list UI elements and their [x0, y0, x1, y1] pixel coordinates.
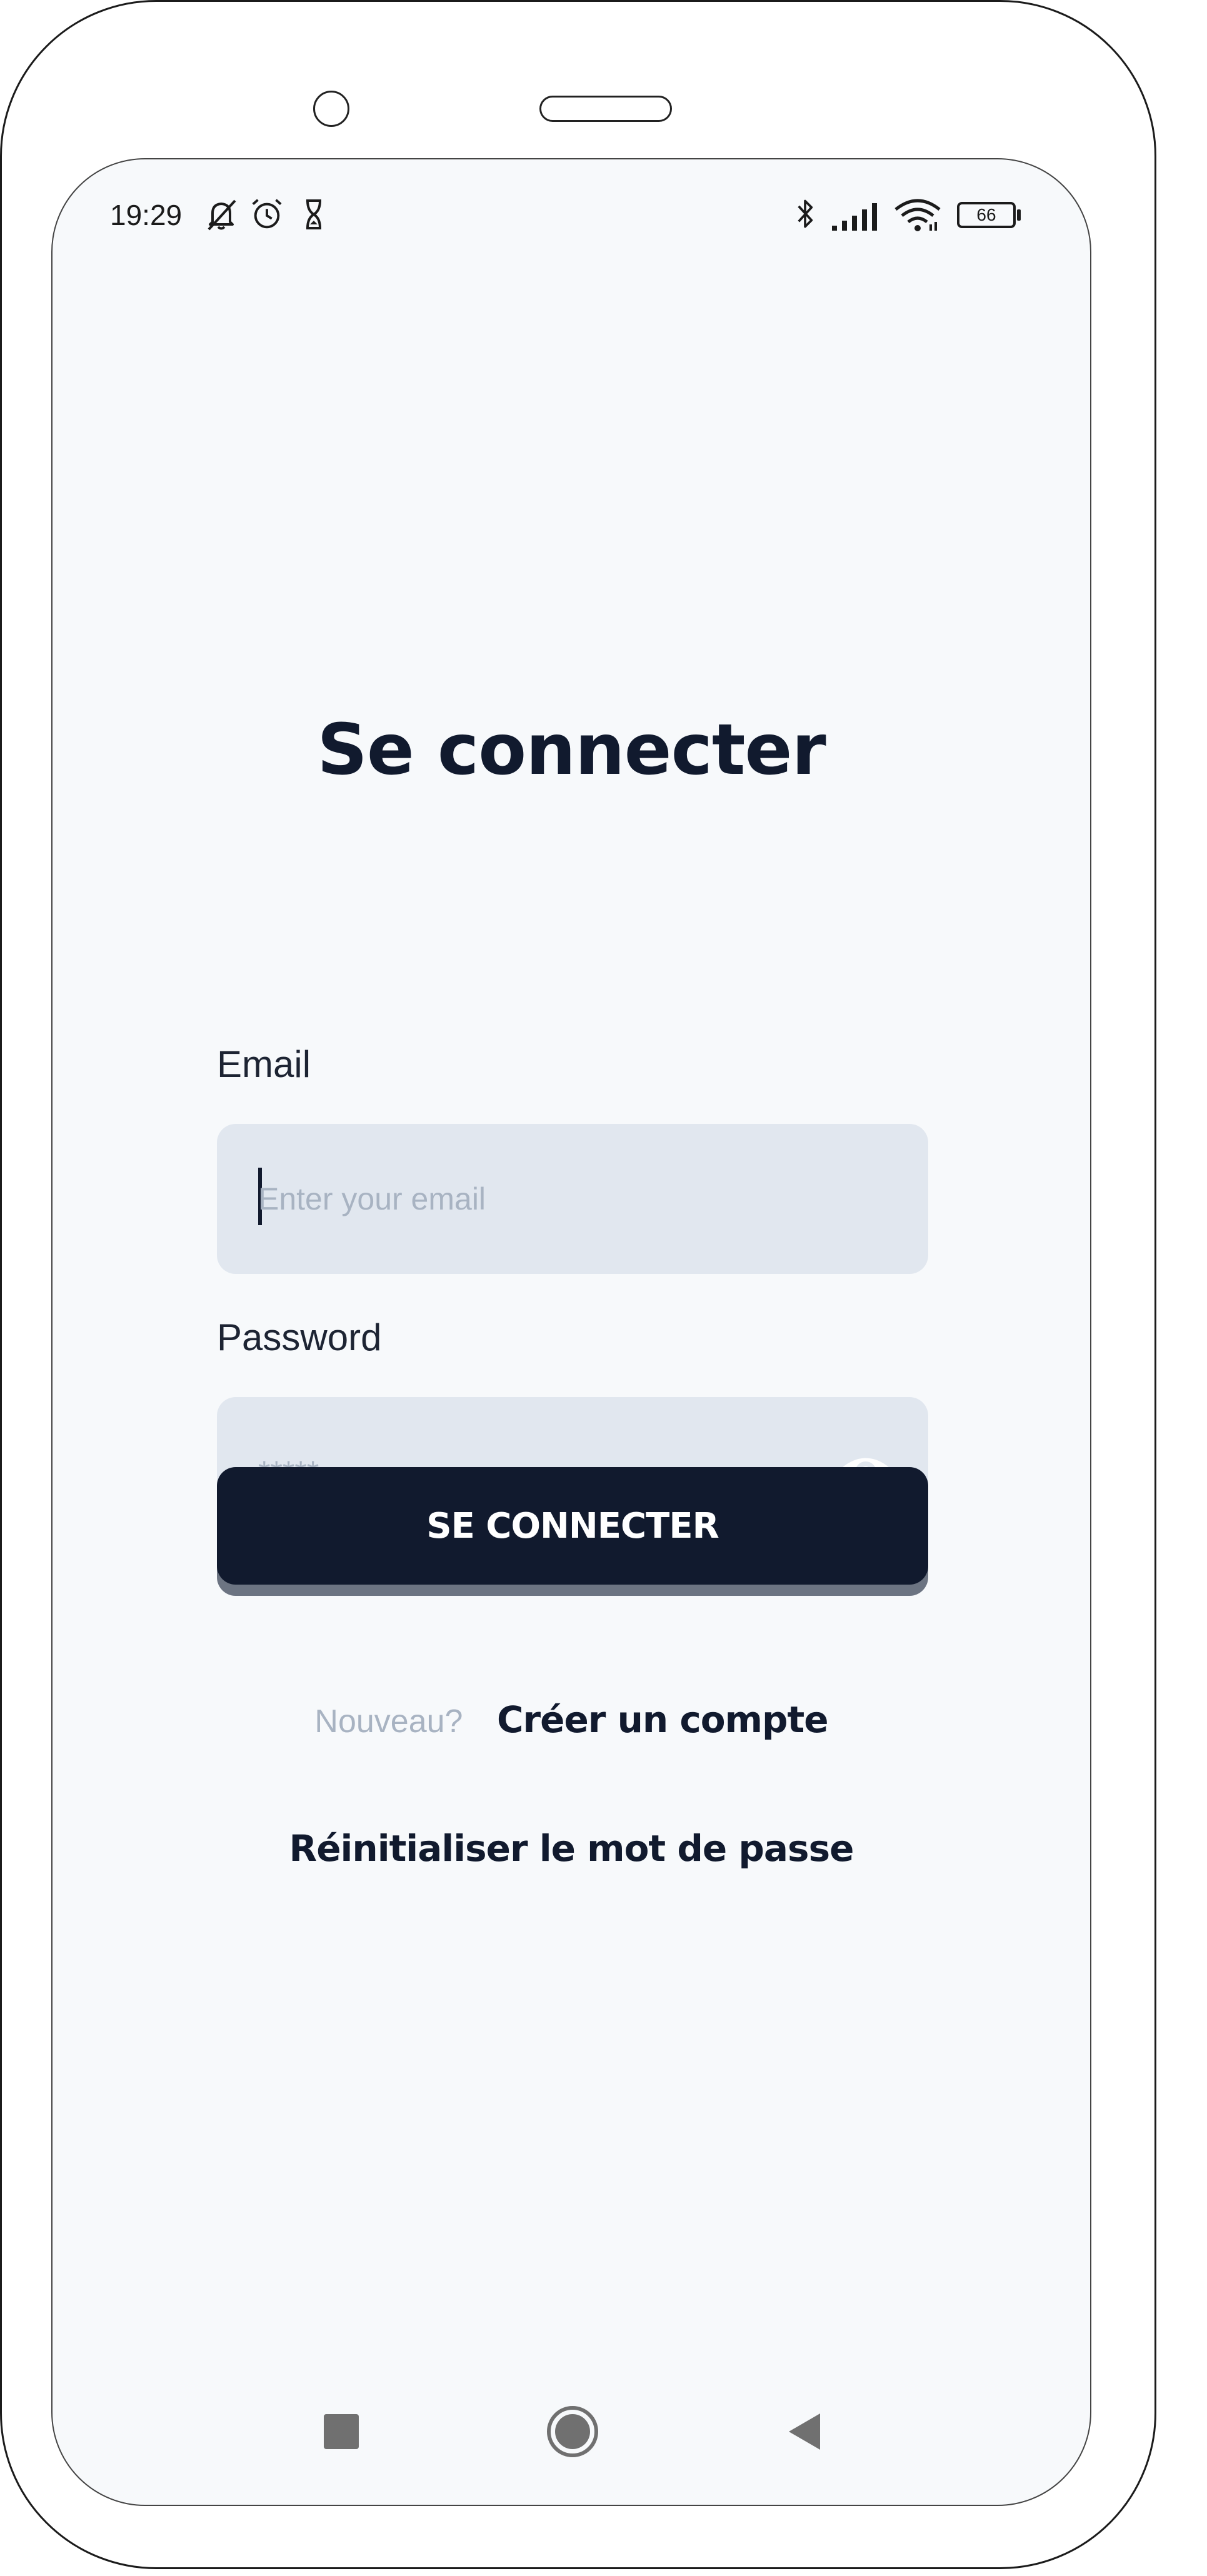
status-time: 19:29 — [110, 199, 183, 231]
signal-icon — [832, 203, 877, 231]
create-account-link[interactable]: Créer un compte — [497, 1698, 829, 1741]
battery-tip — [1017, 209, 1021, 221]
wifi-icon — [894, 199, 941, 231]
password-label: Password — [217, 1316, 382, 1358]
bluetooth-icon — [798, 199, 813, 228]
navigation-bar — [53, 2385, 1090, 2478]
home-button[interactable] — [535, 2385, 610, 2478]
camera-icon — [313, 91, 349, 127]
recent-apps-icon — [324, 2414, 359, 2449]
email-field-container[interactable] — [217, 1124, 928, 1274]
battery-level: 66 — [976, 205, 996, 224]
battery-icon: 66 — [957, 202, 1016, 228]
signup-row: Nouveau? Créer un compte — [53, 1698, 1090, 1741]
hourglass-icon — [306, 199, 321, 229]
reset-password-link[interactable]: Réinitialiser le mot de passe — [53, 1827, 1090, 1870]
phone-screen: 19:29 66 Se connecter Email Enter your e… — [51, 158, 1091, 2506]
speaker-grille — [539, 96, 672, 122]
phone-frame: 19:29 66 Se connecter Email Enter your e… — [0, 0, 1156, 2569]
signup-prompt: Nouveau? — [314, 1703, 463, 1740]
bell-off-icon — [208, 199, 236, 231]
status-bar: 19:29 66 — [53, 159, 1090, 278]
login-button[interactable]: SE CONNECTER — [217, 1467, 928, 1585]
email-field[interactable] — [258, 1124, 821, 1274]
alarm-icon — [252, 199, 282, 229]
page-title: Se connecter — [317, 709, 826, 791]
back-button[interactable] — [766, 2385, 841, 2478]
recent-apps-button[interactable] — [303, 2385, 378, 2478]
back-icon — [789, 2413, 820, 2450]
home-icon — [547, 2406, 598, 2457]
email-label: Email — [217, 1043, 311, 1085]
